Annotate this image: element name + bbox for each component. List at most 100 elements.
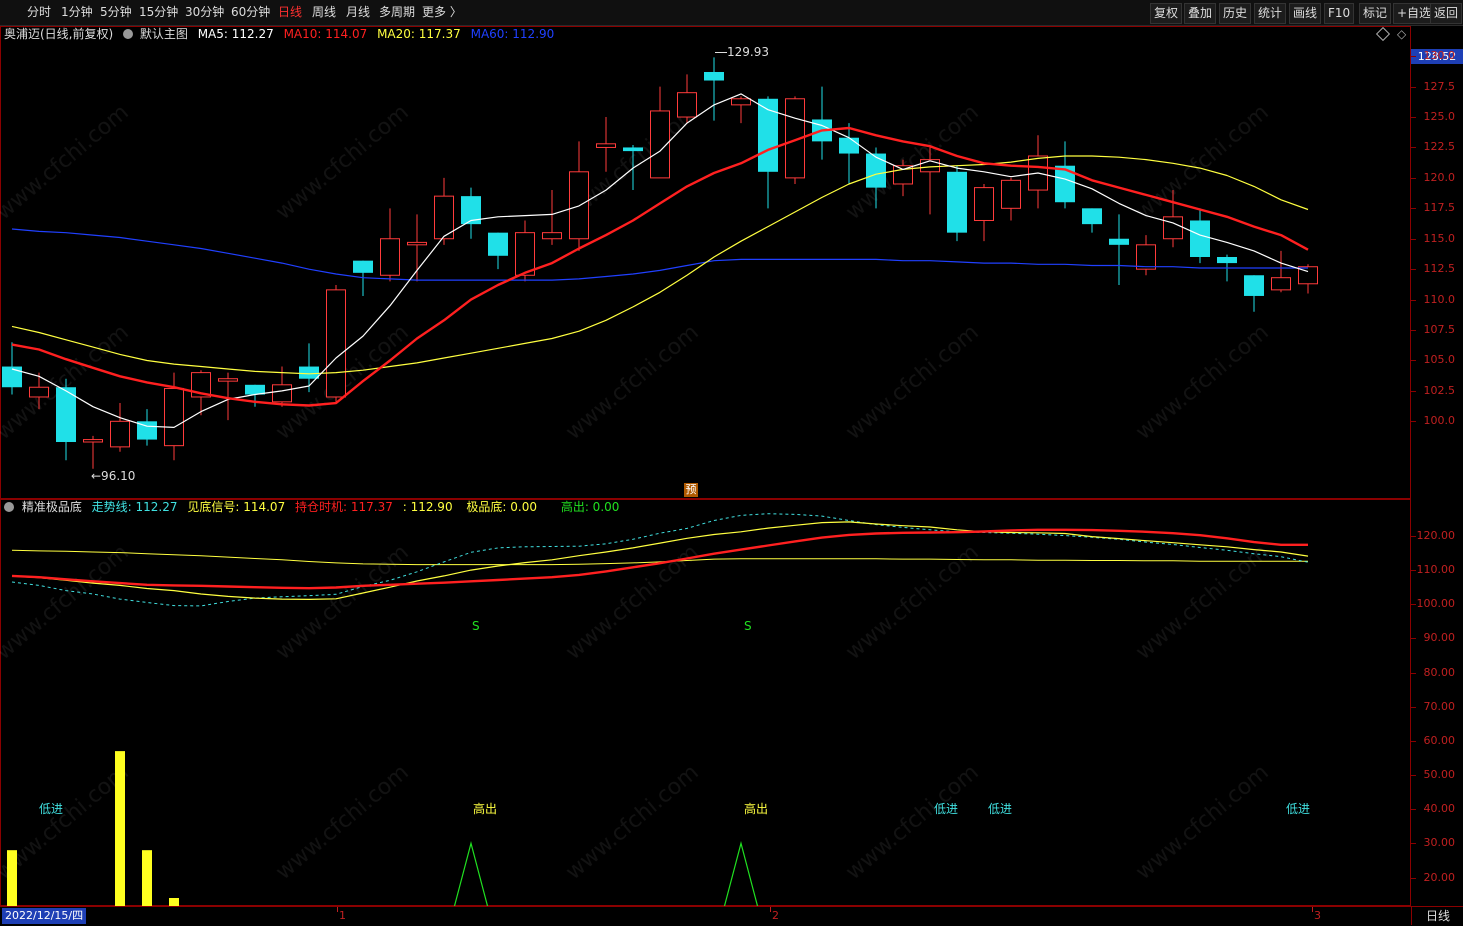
price-tick-label: 117.5 bbox=[1423, 201, 1456, 215]
high-arrow-icon bbox=[715, 52, 727, 53]
candle-body bbox=[920, 159, 940, 173]
price-tick-label: 122.5 bbox=[1423, 140, 1456, 154]
price-tick bbox=[1411, 360, 1416, 362]
candle-body bbox=[83, 439, 103, 443]
month-label-3: 3 bbox=[1314, 909, 1321, 922]
candle-body bbox=[29, 386, 49, 398]
indicator-tick-label: 30.00 bbox=[1423, 836, 1456, 850]
price-tick-label: 100.0 bbox=[1423, 414, 1456, 428]
price-tick-label: 112.5 bbox=[1423, 262, 1456, 276]
candle-body bbox=[1190, 220, 1210, 257]
price-tick-label: 110.0 bbox=[1423, 292, 1456, 306]
month-tick bbox=[1312, 907, 1313, 912]
candle-body bbox=[353, 260, 373, 273]
candle-body bbox=[164, 387, 184, 447]
month-label-2: 2 bbox=[772, 909, 779, 922]
indicator-tick bbox=[1411, 570, 1416, 572]
price-tick bbox=[1411, 238, 1416, 240]
bottom-bar bbox=[115, 751, 125, 925]
price-tick bbox=[1411, 299, 1416, 301]
candle-body bbox=[974, 187, 994, 221]
kline-chart[interactable] bbox=[0, 0, 1463, 925]
candle-body bbox=[407, 241, 427, 246]
candle-body bbox=[623, 147, 643, 152]
period-indicator[interactable]: 日线 bbox=[1411, 907, 1463, 925]
candle-body bbox=[1001, 179, 1021, 209]
price-tick-label: 107.5 bbox=[1423, 323, 1456, 337]
candle-body bbox=[488, 232, 508, 256]
price-tick-label: 115.0 bbox=[1423, 231, 1456, 245]
low-price-marker: ←96.10 bbox=[91, 469, 136, 483]
indicator-tick bbox=[1411, 535, 1416, 537]
candle-body bbox=[1136, 244, 1156, 270]
high-price-value: 129.93 bbox=[727, 45, 769, 59]
indicator-tick-label: 20.00 bbox=[1423, 870, 1456, 884]
indicator-tick-label: 100.00 bbox=[1416, 597, 1456, 611]
price-tick bbox=[1411, 147, 1416, 149]
indicator-tick-label: 50.00 bbox=[1423, 768, 1456, 782]
candle-body bbox=[1109, 238, 1129, 245]
price-tick bbox=[1411, 56, 1416, 58]
price-tick bbox=[1411, 86, 1416, 88]
candle-body bbox=[947, 171, 967, 233]
indicator-tick bbox=[1411, 809, 1416, 811]
candle-body bbox=[515, 232, 535, 276]
candle-body bbox=[2, 366, 22, 388]
price-tick bbox=[1411, 269, 1416, 271]
candle-body bbox=[731, 98, 751, 106]
date-axis: 2022/12/15/四 1 2 3 日线 bbox=[0, 906, 1463, 926]
cursor-date: 2022/12/15/四 bbox=[2, 908, 87, 924]
indicator-tick bbox=[1411, 740, 1416, 742]
candle-body bbox=[326, 289, 346, 398]
candle-body bbox=[1163, 216, 1183, 240]
price-tick-label: 125.0 bbox=[1423, 110, 1456, 124]
signal-s-1: S bbox=[472, 619, 480, 633]
price-tick bbox=[1411, 421, 1416, 423]
candle-body bbox=[704, 71, 724, 81]
candle-body bbox=[1271, 277, 1291, 291]
indicator-tick-label: 40.00 bbox=[1423, 802, 1456, 816]
forecast-tag[interactable]: 预 bbox=[684, 483, 698, 497]
price-tick-label: 120.0 bbox=[1423, 170, 1456, 184]
candle-body bbox=[1082, 208, 1102, 225]
indicator-tick-label: 60.00 bbox=[1423, 733, 1456, 747]
signal-low-in-1: 低进 bbox=[39, 802, 64, 816]
month-label-1: 1 bbox=[339, 909, 346, 922]
indicator-tick bbox=[1411, 638, 1416, 640]
indicator-tick bbox=[1411, 775, 1416, 777]
candle-body bbox=[272, 384, 292, 403]
signal-low-in-4: 低进 bbox=[1286, 802, 1311, 816]
price-tick bbox=[1411, 390, 1416, 392]
candle-body bbox=[866, 153, 886, 188]
month-tick bbox=[770, 907, 771, 912]
signal-low-in-2: 低进 bbox=[934, 802, 959, 816]
price-tick bbox=[1411, 117, 1416, 119]
high-price-marker: 129.93 bbox=[715, 45, 769, 59]
candle-body bbox=[596, 143, 616, 148]
ma60-line bbox=[11, 228, 1308, 281]
indicator-tick-label: 90.00 bbox=[1423, 631, 1456, 645]
price-tick bbox=[1411, 177, 1416, 179]
price-tick-label: 127.5 bbox=[1423, 79, 1456, 93]
indicator-tick bbox=[1411, 672, 1416, 674]
indicator-tick-label: 80.00 bbox=[1423, 665, 1456, 679]
candle-body bbox=[218, 378, 238, 382]
indicator-tick-label: 110.00 bbox=[1416, 563, 1456, 577]
candle-body bbox=[1244, 275, 1264, 296]
indicator-tick-label: 120.00 bbox=[1416, 528, 1456, 542]
month-tick bbox=[337, 907, 338, 912]
signal-s-2: S bbox=[744, 619, 752, 633]
candle-body bbox=[380, 238, 400, 276]
candle-body bbox=[110, 420, 130, 448]
candle-body bbox=[677, 92, 697, 118]
indicator-tick bbox=[1411, 877, 1416, 879]
price-tick bbox=[1411, 208, 1416, 210]
price-tick-label: 105.0 bbox=[1423, 353, 1456, 367]
candle-body bbox=[542, 232, 562, 240]
signal-high-out-2: 高出 bbox=[744, 802, 769, 816]
signal-low-in-3: 低进 bbox=[988, 802, 1013, 816]
trend-line bbox=[11, 513, 1309, 607]
candle-body bbox=[299, 366, 319, 379]
indicator-tick bbox=[1411, 706, 1416, 708]
candle-body bbox=[839, 137, 859, 154]
